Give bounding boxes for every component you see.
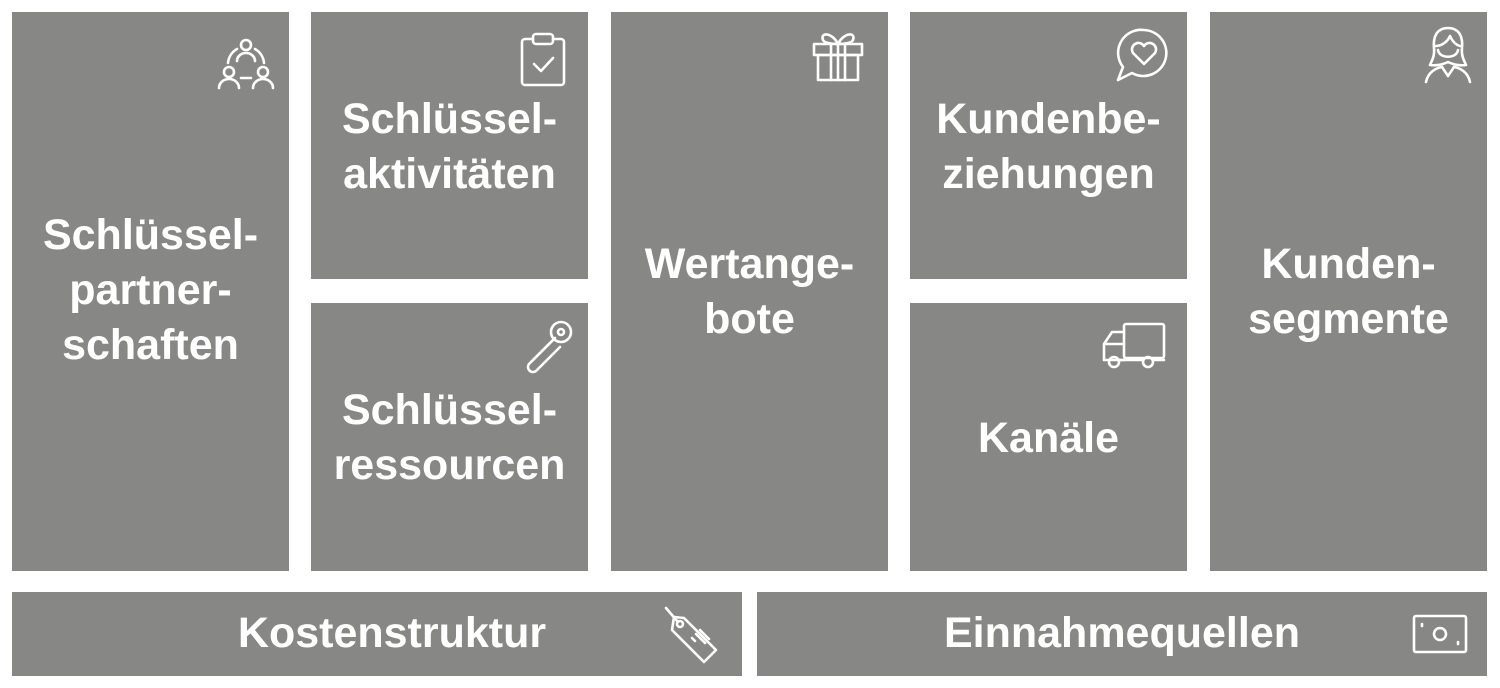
block-key-activities-label: Schlüssel- aktivitäten	[341, 95, 558, 198]
block-key-resources: Schlüssel- ressourcen	[311, 303, 588, 571]
block-cost-structure: Kostenstruktur	[12, 592, 742, 676]
safety-pin-icon	[515, 317, 575, 377]
block-value-propositions: Wertange- bote	[611, 12, 888, 571]
block-channels: Kanäle	[910, 303, 1187, 571]
price-tag-icon	[662, 604, 722, 664]
block-customer-segments-label: Kunden- segmente	[1248, 240, 1449, 343]
heart-speech-bubble-icon	[1112, 24, 1172, 84]
block-customer-segments: Kunden- segmente	[1210, 12, 1487, 571]
block-revenue-streams: Einnahmequellen	[757, 592, 1487, 676]
banknote-icon	[1409, 604, 1471, 664]
block-key-resources-label: Schlüssel- ressourcen	[333, 386, 566, 489]
clipboard-check-icon	[513, 30, 573, 90]
block-customer-relationships: Kundenbe- ziehungen	[910, 12, 1187, 279]
block-key-activities: Schlüssel- aktivitäten	[311, 12, 588, 279]
block-key-partners: Schlüssel- partner- schaften	[12, 12, 289, 571]
block-key-partners-label: Schlüssel- partner- schaften	[42, 211, 259, 369]
partners-network-icon	[216, 34, 276, 94]
block-channels-label: Kanäle	[977, 414, 1119, 462]
block-revenue-streams-label: Einnahmequellen	[943, 609, 1300, 657]
block-value-propositions-label: Wertange- bote	[644, 240, 855, 343]
delivery-truck-icon	[1100, 315, 1168, 373]
gift-icon	[808, 24, 868, 84]
block-customer-relationships-label: Kundenbe- ziehungen	[936, 95, 1161, 198]
block-cost-structure-label: Kostenstruktur	[237, 609, 547, 657]
customer-person-icon	[1418, 24, 1478, 84]
